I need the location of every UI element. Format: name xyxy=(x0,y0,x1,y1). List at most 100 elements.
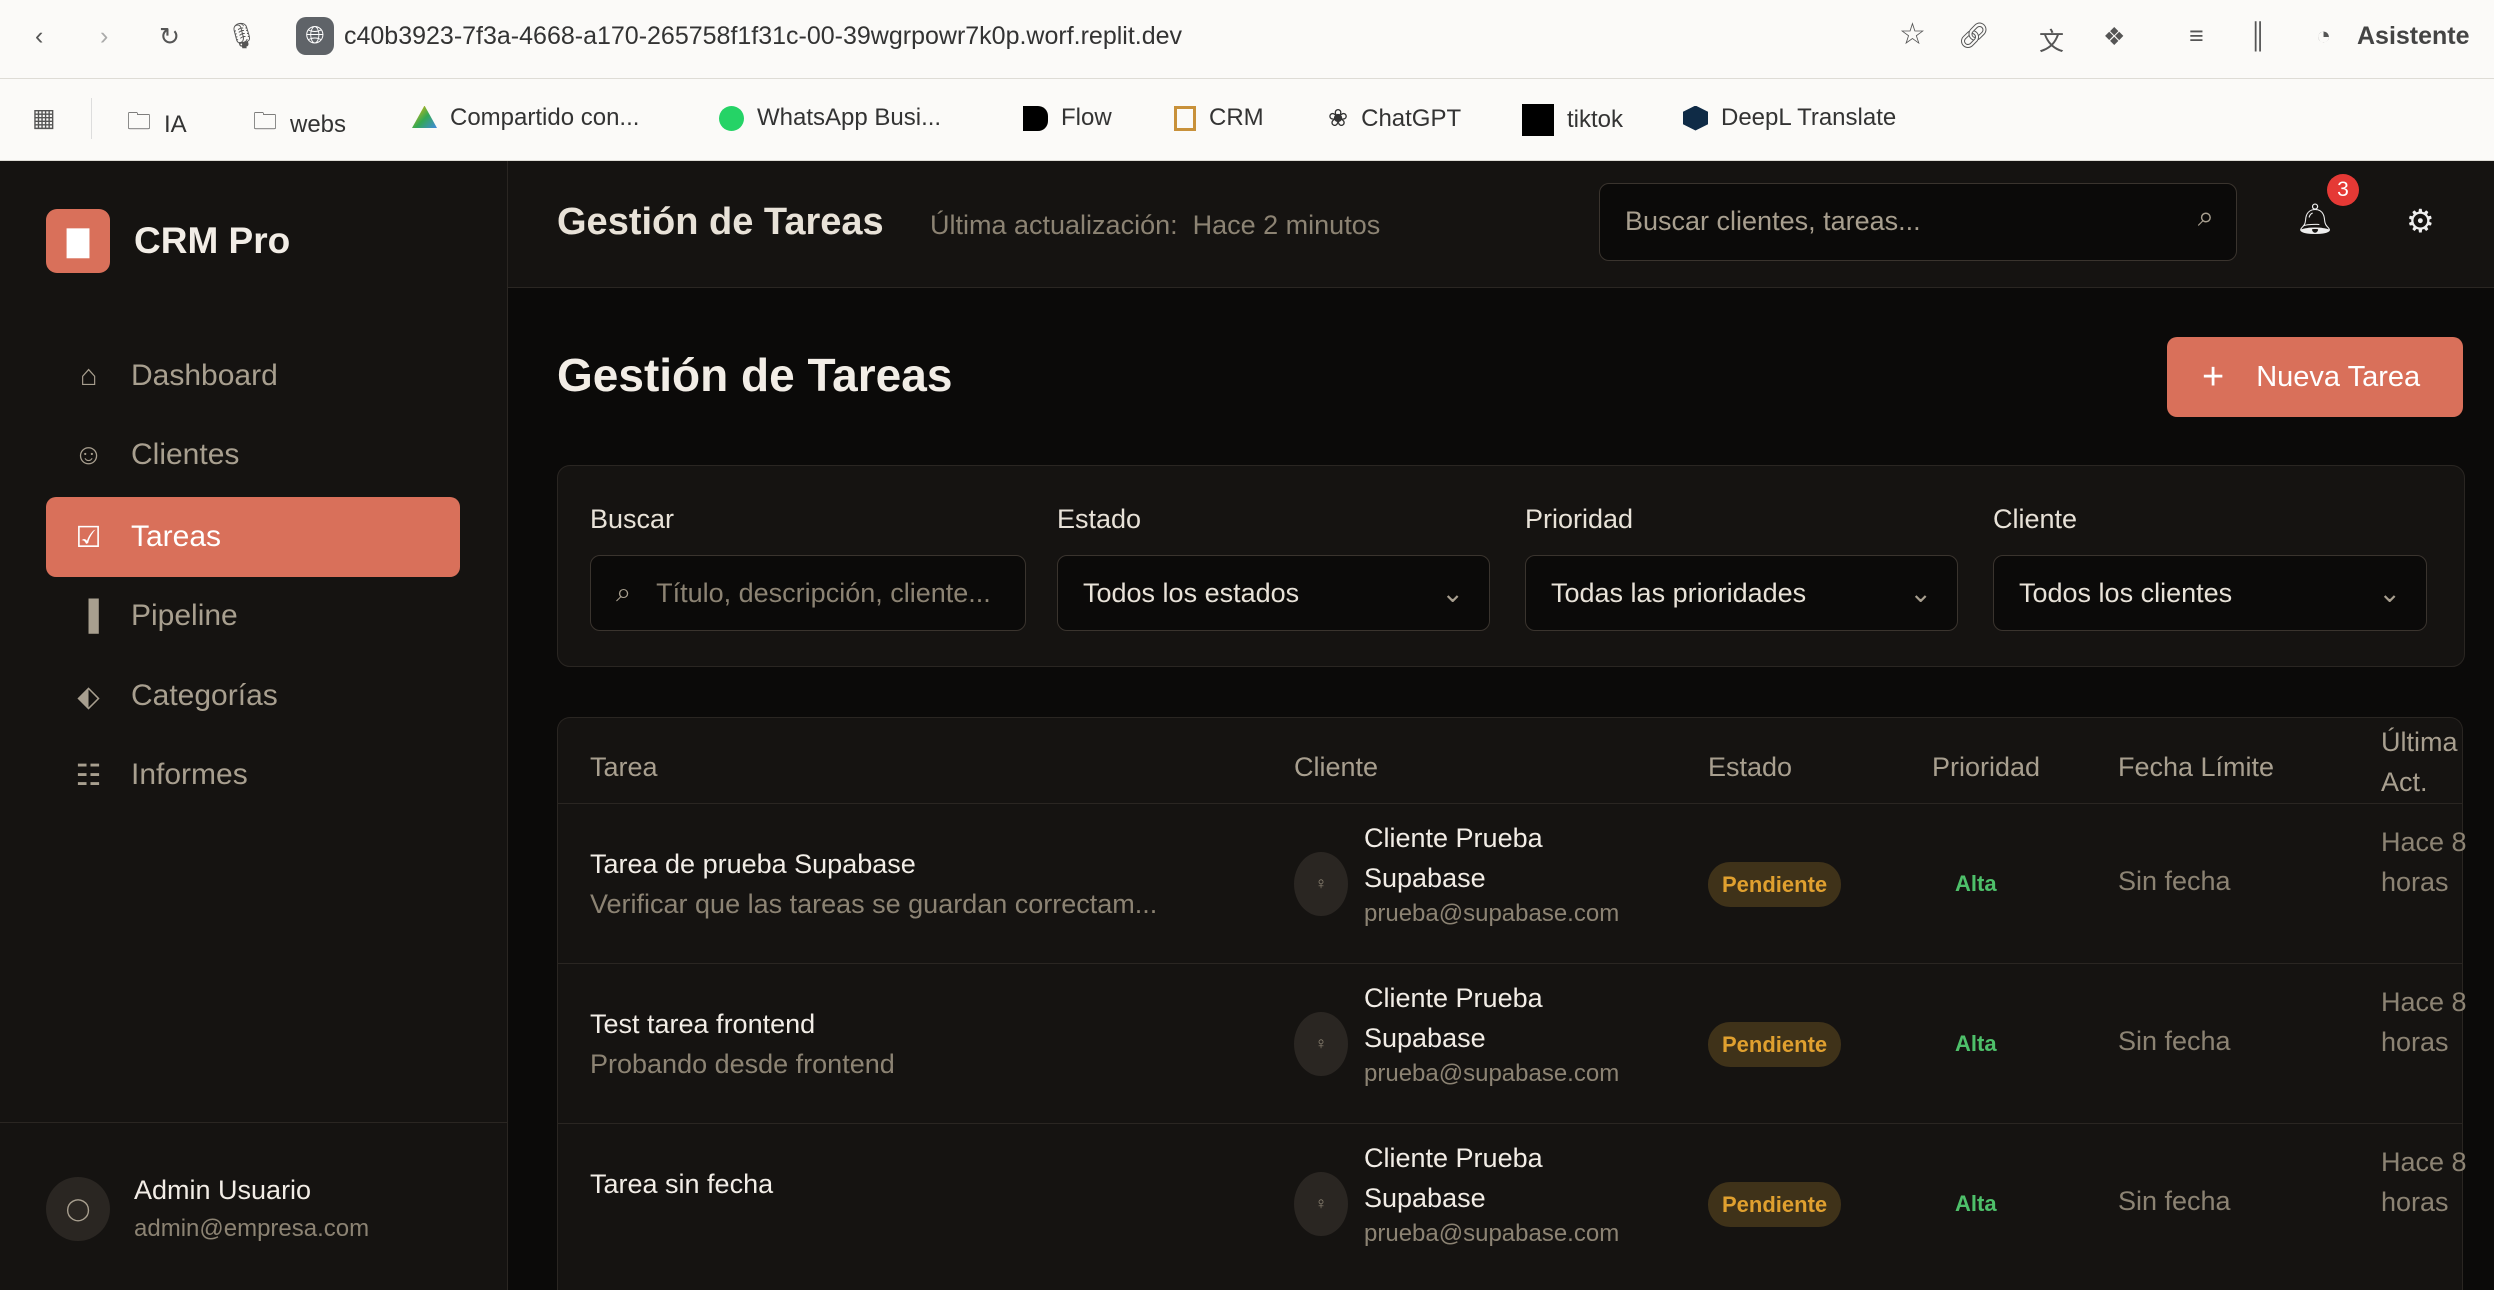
bookmark-deepl[interactable]: DeepL Translate xyxy=(1683,104,1896,132)
notification-badge: 3 xyxy=(2327,174,2359,206)
column-header[interactable]: Cliente xyxy=(1294,747,1378,787)
reading-list-icon[interactable]: ≡ xyxy=(2189,22,2204,51)
chart-logo-icon: ▇ xyxy=(46,209,110,273)
task-search-input[interactable]: ⌕ Título, descripción, cliente... xyxy=(590,555,1026,631)
bookmark-label: webs xyxy=(290,110,347,138)
bookmark-ia[interactable]: 🗀︎ IA xyxy=(127,104,187,145)
flow-icon xyxy=(1023,105,1048,131)
nav-label: Categorías xyxy=(131,679,278,712)
column-header[interactable]: Tarea xyxy=(590,747,658,787)
bell-icon[interactable]: 🔔︎ xyxy=(2296,202,2334,237)
task-title[interactable]: Tarea sin fecha xyxy=(590,1169,773,1200)
bookmark-whatsapp[interactable]: WhatsApp Busi... xyxy=(719,104,941,132)
home-icon: ⌂ xyxy=(79,359,98,392)
due-date: Sin fecha xyxy=(2118,866,2231,896)
sidebar-item-tareas[interactable]: ☑ Tareas xyxy=(46,497,460,577)
cliente-select[interactable]: Todos los clientes ⌄ xyxy=(1993,555,2427,631)
sidebar-item-clientes[interactable]: ☺ Clientes xyxy=(46,415,460,495)
bookmarks-bar: ▦ 🗀︎ IA 🗀︎ webs Compartido con... WhatsApp… xyxy=(0,79,2494,161)
bookmark-chatgpt[interactable]: ❀ ChatGPT xyxy=(1328,104,1461,133)
status-badge: Pendiente xyxy=(1708,862,1842,907)
reload-icon[interactable]: ↻ xyxy=(159,22,180,52)
bookmark-drive[interactable]: Compartido con... xyxy=(412,104,639,132)
filters-panel: Buscar ⌕ Título, descripción, cliente... … xyxy=(557,465,2465,667)
table-row[interactable]: Tarea de prueba Supabase Verificar que l… xyxy=(558,803,2467,964)
column-header[interactable]: Estado xyxy=(1708,747,1792,787)
tasks-table: Tarea Cliente Estado Prioridad Fecha Lím… xyxy=(557,717,2467,1290)
priority-label: Alta xyxy=(1955,871,1997,896)
search-filter-label: Buscar xyxy=(590,504,675,534)
star-icon[interactable]: ☆ xyxy=(1899,17,1926,52)
status-badge: Pendiente xyxy=(1708,1182,1842,1227)
table-row[interactable]: Tarea sin fecha ♀ Cliente Prueba Supabas… xyxy=(558,1123,2467,1284)
column-header[interactable]: Prioridad xyxy=(1932,747,2040,787)
bookmark-crm[interactable]: CRM xyxy=(1174,104,1264,132)
search-placeholder: Título, descripción, cliente... xyxy=(656,577,991,608)
chevron-down-icon: ⌄ xyxy=(1909,577,1932,608)
search-placeholder: Buscar clientes, tareas... xyxy=(1625,206,1921,236)
translate-icon[interactable]: 文 xyxy=(2039,22,2064,58)
extensions-icon[interactable]: ❖ xyxy=(2103,22,2125,52)
sidebar-item-categorias[interactable]: ⬖ Categorías xyxy=(46,656,460,736)
bookmark-flow[interactable]: Flow xyxy=(1023,104,1112,132)
brand-name: CRM Pro xyxy=(134,220,291,261)
address-bar[interactable]: 🌐︎ c40b3923-7f3a-4668-a170-265758f1f31c-0… xyxy=(296,17,1182,55)
bookmark-label: WhatsApp Busi... xyxy=(757,104,942,131)
column-header[interactable]: Última Act. xyxy=(2381,722,2461,802)
link-icon[interactable]: 🔗︎ xyxy=(1958,22,1990,51)
estado-value: Todos los estados xyxy=(1083,577,1300,608)
users-icon: ☺ xyxy=(73,438,104,471)
sidebar-item-pipeline[interactable]: ▐ Pipeline xyxy=(46,576,460,656)
bookmark-label: IA xyxy=(164,110,187,138)
deepl-icon xyxy=(1683,105,1708,131)
chevron-down-icon: ⌄ xyxy=(1441,577,1464,608)
search-icon: ⌕ xyxy=(616,577,632,607)
back-icon[interactable]: ‹ xyxy=(35,22,43,51)
nav-label: Clientes xyxy=(131,438,240,471)
estado-select[interactable]: Todos los estados ⌄ xyxy=(1057,555,1490,631)
report-icon: ☷ xyxy=(75,759,102,792)
client-email: prueba@supabase.com xyxy=(1364,900,1620,927)
user-profile[interactable]: ◯ Admin Usuario admin@empresa.com xyxy=(0,1122,507,1290)
cliente-value: Todos los clientes xyxy=(2019,577,2233,608)
table-row[interactable]: Test tarea frontend Probando desde front… xyxy=(558,963,2467,1124)
nav-label: Informes xyxy=(131,758,248,791)
url-text: c40b3923-7f3a-4668-a170-265758f1f31c-00-… xyxy=(344,21,1183,50)
forward-icon[interactable]: › xyxy=(100,22,108,51)
column-header[interactable]: Fecha Límite xyxy=(2118,747,2274,787)
bookmark-label: Flow xyxy=(1061,104,1112,131)
cliente-label: Cliente xyxy=(1993,504,2078,534)
header-title: Gestión de Tareas xyxy=(557,201,884,243)
divider xyxy=(91,98,92,139)
prioridad-select[interactable]: Todas las prioridades ⌄ xyxy=(1525,555,1958,631)
bookmark-tiktok[interactable]: tiktok xyxy=(1522,104,1623,136)
bookmark-label: Compartido con... xyxy=(450,104,640,131)
sidebar-item-informes[interactable]: ☷ Informes xyxy=(46,735,460,815)
bookmark-label: CRM xyxy=(1209,104,1264,131)
due-date: Sin fecha xyxy=(2118,1026,2231,1056)
page-title: Gestión de Tareas xyxy=(557,349,953,401)
assistant-icon[interactable]: ◔ xyxy=(2316,22,2331,51)
task-title[interactable]: Tarea de prueba Supabase xyxy=(590,849,916,880)
main-content: Gestión de Tareas + Nueva Tarea Buscar ⌕ T… xyxy=(508,288,2494,1290)
calendar-icon xyxy=(1174,105,1196,131)
global-search-input[interactable]: Buscar clientes, tareas... ⌕ xyxy=(1599,183,2237,261)
nav-label: Pipeline xyxy=(131,599,238,632)
folder-icon: 🗀︎ xyxy=(127,108,151,135)
user-avatar-icon: ◯ xyxy=(46,1177,110,1241)
updated-label: Última actualización: xyxy=(930,210,1178,240)
gear-icon[interactable]: ⚙ xyxy=(2406,202,2435,240)
apps-grid-icon[interactable]: ▦ xyxy=(32,103,56,133)
audio-icon[interactable]: ║ xyxy=(2249,22,2267,51)
nav-label: Dashboard xyxy=(131,359,278,392)
bookmark-label: ChatGPT xyxy=(1361,104,1462,132)
microphone-icon[interactable]: 🎙︎ xyxy=(226,22,258,51)
assistant-button[interactable]: Asistente xyxy=(2357,22,2470,51)
prioridad-label: Prioridad xyxy=(1525,504,1634,534)
task-title[interactable]: Test tarea frontend xyxy=(590,1009,815,1040)
bookmark-webs[interactable]: 🗀︎ webs xyxy=(253,104,346,145)
chatgpt-icon: ❀ xyxy=(1328,105,1349,132)
sidebar-item-dashboard[interactable]: ⌂ Dashboard xyxy=(46,336,460,416)
client-name: Cliente Prueba Supabase xyxy=(1364,983,1543,1053)
new-task-button[interactable]: + Nueva Tarea xyxy=(2167,337,2463,417)
